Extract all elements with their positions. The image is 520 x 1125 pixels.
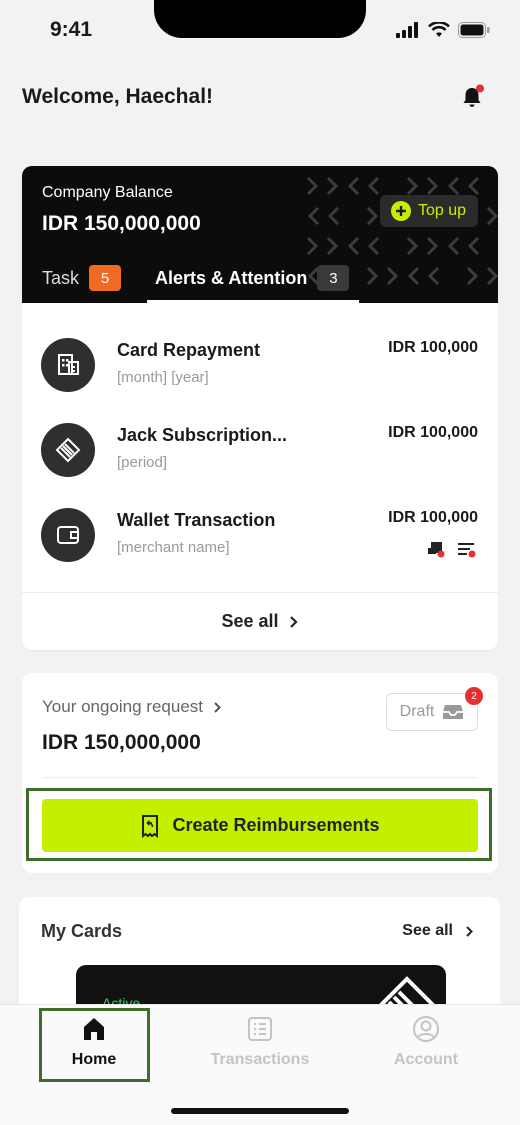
balance-amount: IDR 150,000,000 (42, 212, 201, 235)
tab-alerts-attention[interactable]: Alerts & Attention 3 (147, 261, 360, 303)
nav-account-label: Account (394, 1051, 458, 1068)
alert-amount: IDR 100,000 (388, 339, 478, 356)
alert-item-card-repayment[interactable]: Card Repayment [month] [year] IDR 100,00… (22, 303, 498, 392)
list-icon (248, 1017, 272, 1041)
status-bar: 9:41 (0, 0, 520, 60)
divider (42, 777, 478, 778)
balance-tabs: Task 5 Alerts & Attention 3 (22, 261, 498, 303)
nav-transactions[interactable]: Transactions (185, 1015, 335, 1083)
tab-task[interactable]: Task 5 (42, 261, 122, 303)
tab-task-label: Task (42, 267, 80, 288)
notification-bell-icon[interactable] (460, 84, 486, 110)
alert-title: Jack Subscription... (117, 425, 288, 445)
alerts-count-badge: 3 (317, 265, 350, 291)
wallet-icon (41, 508, 95, 562)
missing-details-icon (458, 543, 476, 558)
alert-item-jack-subscription[interactable]: Jack Subscription... [period] IDR 100,00… (22, 388, 498, 477)
draft-count-badge: 2 (465, 687, 483, 705)
see-all-cards-label: See all (402, 922, 453, 939)
alert-subtitle: [month] [year] (117, 369, 209, 386)
nav-home[interactable]: Home (19, 1015, 169, 1083)
top-up-label: Top up (417, 202, 466, 219)
device-notch (154, 0, 366, 38)
see-all-alerts-button[interactable]: See all (22, 592, 498, 650)
balance-label: Company Balance (42, 184, 173, 201)
nav-account[interactable]: Account (351, 1015, 501, 1083)
plus-circle-icon (390, 201, 411, 221)
ongoing-request-link[interactable]: Your ongoing request (42, 697, 222, 717)
balance-header: Company Balance IDR 150,000,000 Top up T… (22, 166, 498, 303)
wifi-icon (428, 22, 450, 37)
status-time: 9:41 (50, 18, 93, 41)
alert-list: Card Repayment [month] [year] IDR 100,00… (22, 303, 498, 562)
alert-status-icons (426, 539, 478, 559)
home-icon (84, 1018, 104, 1040)
receipt-building-icon (41, 338, 95, 392)
create-reimbursements-label: Create Reimbursements (172, 815, 380, 835)
create-reimbursements-button[interactable]: Create Reimbursements (42, 799, 478, 852)
chevron-right-icon (214, 701, 221, 713)
top-up-button[interactable]: Top up (379, 195, 478, 227)
draft-label: Draft (399, 703, 435, 720)
home-indicator (171, 1108, 349, 1114)
jack-logo-icon (41, 423, 95, 477)
see-all-label: See all (221, 611, 279, 631)
missing-receipt-icon (428, 542, 445, 558)
company-balance-card: Company Balance IDR 150,000,000 Top up T… (22, 166, 498, 650)
alert-amount: IDR 100,000 (388, 509, 478, 526)
draft-button[interactable]: Draft 2 (386, 687, 483, 731)
receipt-icon (142, 814, 159, 838)
alert-amount: IDR 100,000 (388, 424, 478, 441)
alert-title: Card Repayment (117, 340, 261, 360)
my-cards-title: My Cards (41, 921, 123, 941)
alert-item-wallet-transaction[interactable]: Wallet Transaction [merchant name] IDR 1… (22, 473, 498, 562)
nav-home-label: Home (71, 1051, 117, 1068)
see-all-cards-button[interactable]: See all (402, 922, 474, 940)
task-count-badge: 5 (89, 265, 122, 291)
chevron-right-icon (466, 925, 473, 937)
user-circle-icon (413, 1016, 439, 1042)
ongoing-request-label: Your ongoing request (42, 697, 204, 716)
alert-subtitle: [period] (117, 454, 168, 471)
ongoing-request-card: Your ongoing request IDR 150,000,000 Dra… (22, 673, 498, 873)
ongoing-request-amount: IDR 150,000,000 (42, 731, 201, 754)
battery-icon (458, 22, 490, 38)
bottom-navigation: Home Transactions Account (0, 1004, 520, 1125)
tab-alerts-label: Alerts & Attention (155, 267, 308, 288)
signal-icon (396, 22, 418, 38)
chevron-right-icon (289, 615, 298, 628)
nav-transactions-label: Transactions (210, 1051, 310, 1068)
alert-subtitle: [merchant name] (117, 539, 230, 556)
alert-title: Wallet Transaction (117, 510, 276, 530)
welcome-title: Welcome, Haechal! (22, 85, 214, 108)
status-icons (396, 22, 490, 38)
inbox-icon (443, 705, 464, 719)
